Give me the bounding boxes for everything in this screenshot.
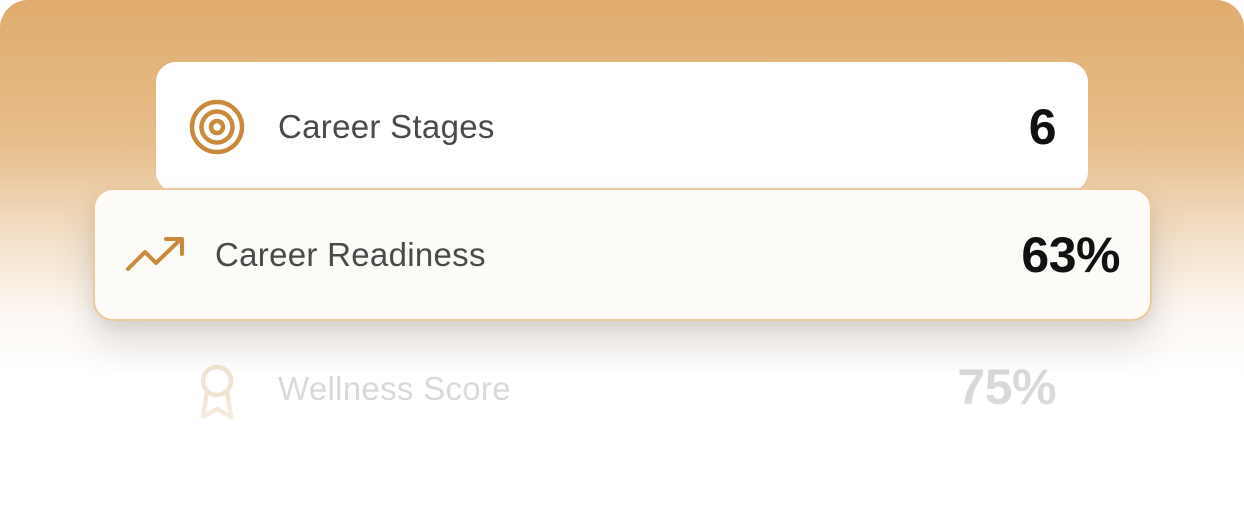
trending-up-icon — [125, 235, 187, 275]
stat-label: Career Readiness — [215, 235, 486, 273]
stat-value: 6 — [1028, 99, 1057, 155]
stat-label: Career Stages — [278, 108, 495, 145]
stat-card-career-readiness[interactable]: Career Readiness 63% — [93, 188, 1152, 321]
award-ribbon-icon — [188, 363, 246, 423]
stats-carousel-panel: Career Stages 6 Wellness Score 75% Caree… — [0, 0, 1244, 508]
stat-card-wellness-score[interactable]: Wellness Score 75% — [156, 318, 1088, 468]
stat-card-career-stages[interactable]: Career Stages 6 — [156, 62, 1088, 192]
stat-value: 75% — [957, 359, 1056, 415]
stat-label: Wellness Score — [278, 370, 511, 407]
target-icon — [188, 98, 246, 156]
stat-value: 63% — [1021, 226, 1120, 283]
